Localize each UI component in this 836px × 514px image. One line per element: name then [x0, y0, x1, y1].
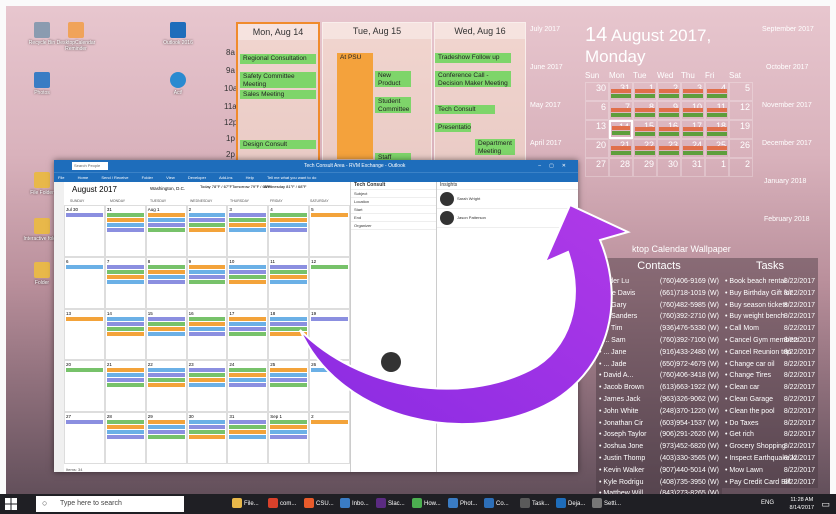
notification-icon[interactable]: ▭	[821, 499, 830, 510]
taskbar-app[interactable]: File...	[232, 497, 259, 511]
app-label: How...	[424, 501, 441, 507]
app-label: Deja...	[568, 501, 586, 507]
taskbar-app[interactable]: CSU...	[304, 497, 334, 511]
taskbar-app[interactable]: Inbo...	[340, 497, 369, 511]
system-clock[interactable]: 11:28 AM 8/14/2017	[790, 496, 814, 512]
taskbar-search-input[interactable]: Type here to search	[36, 496, 184, 512]
search-icon: ○	[42, 498, 48, 508]
taskbar-app[interactable]: com...	[268, 497, 296, 511]
app-label: Phot...	[460, 501, 478, 507]
app-label: Task...	[532, 501, 550, 507]
taskbar-app[interactable]: How...	[412, 497, 441, 511]
app-icon	[232, 498, 242, 509]
windows-start-icon[interactable]	[4, 497, 18, 511]
taskbar-app[interactable]: Slac...	[376, 497, 405, 511]
taskbar: Type here to search ○ File... com... CSU..…	[0, 494, 836, 514]
app-label: Inbo...	[352, 501, 369, 507]
app-icon	[448, 498, 458, 509]
app-icon	[592, 498, 602, 509]
app-icon	[304, 498, 314, 509]
app-icon	[484, 498, 494, 509]
desktop: Recycle Bin DesktopCalendar Reminder Out…	[0, 0, 836, 514]
app-label: com...	[280, 501, 297, 507]
taskbar-app[interactable]: Setti...	[592, 497, 621, 511]
app-icon	[412, 498, 422, 509]
taskbar-app[interactable]: Phot...	[448, 497, 477, 511]
app-label: File...	[244, 501, 259, 507]
taskbar-app[interactable]: Deja...	[556, 497, 585, 511]
language-indicator[interactable]: ENG	[761, 500, 774, 506]
taskbar-app[interactable]: Co...	[484, 497, 509, 511]
purple-arrow-graphic	[299, 203, 631, 426]
app-icon	[268, 498, 278, 509]
app-label: CSU...	[316, 501, 334, 507]
app-icon	[340, 498, 350, 509]
app-label: Slac...	[388, 501, 405, 507]
app-label: Co...	[496, 501, 509, 507]
taskbar-app[interactable]: Task...	[520, 497, 549, 511]
app-icon	[376, 498, 386, 509]
app-icon	[556, 498, 566, 509]
app-label: Setti...	[604, 501, 622, 507]
app-icon	[520, 498, 530, 509]
